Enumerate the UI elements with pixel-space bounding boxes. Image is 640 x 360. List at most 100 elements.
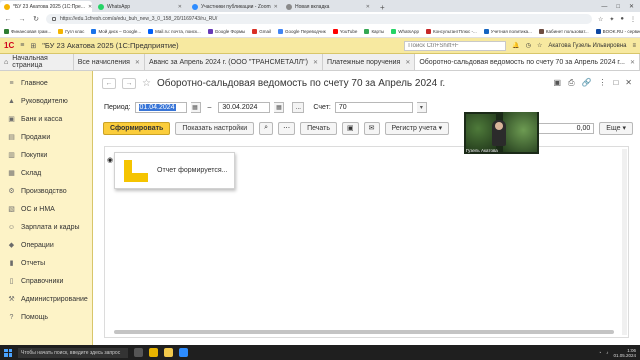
taskbar-search-input[interactable]: Чтобы начать поиск, введите здесь запрос — [18, 347, 128, 358]
close-icon[interactable]: ✕ — [178, 4, 182, 10]
url-field[interactable]: https://edu.1cfresh.com/a/edu_buh_new_3_… — [46, 14, 592, 24]
show-settings-button[interactable]: Показать настройки — [175, 121, 255, 135]
search-icon[interactable]: ⌕ — [259, 121, 274, 135]
new-tab-button[interactable]: + — [376, 3, 389, 12]
close-icon[interactable]: ✕ — [366, 4, 370, 10]
bookmark-item[interactable]: WhatsApp — [391, 29, 419, 34]
bookmark-item[interactable]: Mail.ru: почта, поиск... — [148, 29, 201, 34]
global-search-input[interactable] — [404, 40, 507, 51]
close-window-button[interactable]: ✕ — [629, 3, 634, 10]
history-icon[interactable]: ◷ — [526, 42, 531, 49]
windows-start-icon[interactable] — [4, 348, 12, 357]
horizontal-scrollbar[interactable] — [114, 330, 614, 334]
close-icon[interactable]: ✕ — [405, 59, 410, 66]
close-icon[interactable]: ✕ — [625, 78, 632, 88]
sidebar-item[interactable]: ▲ Руководителю — [0, 92, 92, 110]
sidebar-item[interactable]: ▦ Склад — [0, 164, 92, 182]
generate-button[interactable]: Сформировать — [103, 121, 171, 135]
favorite-star-icon[interactable]: ☆ — [142, 78, 151, 89]
browser-tab-whatsapp[interactable]: WhatsApp ✕ — [94, 1, 186, 12]
profile-icon[interactable]: ● — [620, 16, 624, 23]
extensions-icon[interactable]: ✦ — [609, 16, 614, 23]
vertical-scrollbar[interactable] — [622, 149, 627, 335]
minimize-button[interactable]: — — [601, 4, 607, 10]
bookmark-item[interactable]: Google Формы — [207, 29, 245, 34]
bookmark-star-icon[interactable]: ☆ — [598, 16, 603, 23]
bell-icon[interactable]: 🔔 — [512, 42, 519, 49]
search-options-icon[interactable]: ⋯ — [278, 121, 296, 135]
date-from-field[interactable]: 01.04.2024 — [134, 102, 187, 113]
bookmark-item[interactable]: Мой диск – Google... — [91, 29, 141, 34]
forward-icon[interactable]: → — [18, 16, 26, 23]
tab-all-accruals[interactable]: Все начисления ✕ — [74, 54, 145, 70]
zoom-icon[interactable] — [179, 348, 188, 357]
volume-icon[interactable]: ♪ — [606, 350, 608, 355]
tab-payment-orders[interactable]: Платежные поручения ✕ — [323, 54, 416, 70]
sidebar-item[interactable]: ▮ Отчеты — [0, 254, 92, 272]
bookmark-item[interactable]: Gmail — [252, 29, 271, 34]
more-button[interactable]: Еще ▾ — [599, 121, 633, 135]
close-icon[interactable]: ✕ — [313, 59, 318, 66]
bookmark-item[interactable]: Google Переводчик — [278, 29, 326, 34]
calendar-icon[interactable]: ▦ — [274, 102, 285, 113]
bookmark-item[interactable]: Карты — [364, 29, 384, 34]
network-icon[interactable]: ◔ — [599, 350, 602, 355]
bookmark-item[interactable]: Кабинет пользоват... — [538, 29, 589, 34]
bookmark-item[interactable]: BOOK.RU - сервис... — [595, 29, 640, 34]
user-name[interactable]: Акатова Гузель Ильвировна — [548, 43, 626, 49]
register-button[interactable]: Регистр учета ▾ — [384, 121, 450, 135]
menu-icon[interactable]: ≡ — [20, 42, 24, 49]
apps-icon[interactable]: ⊞ — [30, 42, 36, 50]
save-icon[interactable]: ▣ — [342, 121, 359, 135]
mail-icon[interactable]: ✉ — [363, 121, 380, 135]
tab-trial-balance[interactable]: Оборотно-сальдовая ведомость по счету 70… — [415, 54, 640, 70]
sidebar-item[interactable]: ▧ ОС и НМА — [0, 200, 92, 218]
sidebar-item[interactable]: ▯ Справочники — [0, 272, 92, 290]
bookmark-item[interactable]: Учетная политика... — [483, 29, 532, 34]
calendar-icon[interactable]: ▦ — [190, 102, 201, 113]
close-icon[interactable]: ✕ — [88, 4, 92, 10]
more-dots-icon[interactable]: ⋮ — [598, 78, 606, 88]
period-select-button[interactable]: ... — [292, 102, 305, 113]
sidebar-item[interactable]: ▣ Банк и касса — [0, 110, 92, 128]
print-icon[interactable]: ⎙ — [568, 78, 574, 88]
browser-tab-new[interactable]: Новая вкладка ✕ — [282, 1, 374, 12]
menu-dots-icon[interactable]: ⋮ — [630, 16, 636, 23]
browser-tab-1c[interactable]: *БУ 23 Акатова 2025 (1С:Пре... ✕ — [0, 1, 92, 12]
sidebar-item[interactable]: ▥ Покупки — [0, 146, 92, 164]
bookmark-item[interactable]: КонсультантПлюс -... — [426, 29, 477, 34]
close-icon[interactable]: ✕ — [274, 4, 278, 10]
bookmark-item[interactable]: Гугл клас — [58, 29, 84, 34]
forward-arrow-button[interactable]: → — [122, 77, 136, 89]
sidebar-item[interactable]: ⚙ Производство — [0, 182, 92, 200]
explorer-icon[interactable] — [164, 348, 173, 357]
save-icon[interactable]: ▣ — [554, 78, 562, 88]
maximize-icon[interactable]: □ — [613, 78, 618, 88]
close-icon[interactable]: ✕ — [135, 59, 140, 66]
close-icon[interactable]: ✕ — [630, 59, 635, 66]
back-arrow-button[interactable]: ← — [102, 77, 116, 89]
maximize-button[interactable]: □ — [616, 4, 620, 10]
sidebar-item[interactable]: ▤ Продажи — [0, 128, 92, 146]
tab-advance[interactable]: Аванс за Апрель 2024 г. (ООО "ТРАНСМЕТАЛ… — [145, 54, 323, 70]
dropdown-icon[interactable]: ▾ — [416, 102, 427, 113]
print-button[interactable]: Печать — [300, 121, 338, 135]
date-to-field[interactable]: 30.04.2024 — [218, 102, 271, 113]
back-icon[interactable]: ← — [4, 16, 12, 23]
sidebar-item[interactable]: ? Помощь — [0, 308, 92, 326]
report-area[interactable]: ◉ Отчет формируется... — [104, 146, 629, 338]
account-field[interactable]: 70 — [334, 102, 413, 113]
sidebar-item[interactable]: ≡ Главное — [0, 74, 92, 92]
sidebar-item[interactable]: ⚒ Администрирование — [0, 290, 92, 308]
browser-tab-zoom[interactable]: Участники публикации - Zoom ✕ — [188, 1, 280, 12]
home-tab[interactable]: ⌂ Начальная страница — [0, 54, 74, 70]
sidebar-item[interactable]: ◆ Операции — [0, 236, 92, 254]
chrome-icon[interactable] — [149, 348, 158, 357]
task-view-icon[interactable] — [134, 348, 143, 357]
clock[interactable]: 1:06 01.05.2024 — [613, 348, 636, 358]
settings-menu-icon[interactable]: ≡ — [632, 43, 636, 49]
star-icon[interactable]: ☆ — [537, 42, 542, 49]
sidebar-item[interactable]: ☺ Зарплата и кадры — [0, 218, 92, 236]
bookmark-item[interactable]: YouTube — [332, 29, 357, 34]
reload-icon[interactable]: ↻ — [32, 15, 40, 23]
